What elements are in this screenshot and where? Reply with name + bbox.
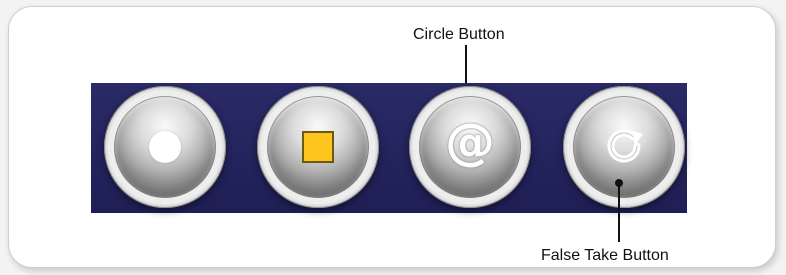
circle-button-callout: Circle Button — [413, 26, 505, 43]
transport-controls-panel: @ — [91, 83, 687, 213]
record-icon — [149, 131, 181, 163]
stop-icon — [302, 131, 334, 163]
stop-button[interactable] — [257, 86, 379, 208]
false-take-button[interactable] — [563, 86, 685, 208]
circle-button[interactable]: @ — [409, 86, 531, 208]
false-take-button-callout: False Take Button — [541, 247, 669, 264]
annotation-frame: Circle Button @ False Take Button — [8, 6, 776, 268]
false-take-button-leader-dot — [615, 179, 623, 187]
refresh-icon — [600, 122, 648, 170]
record-button[interactable] — [104, 86, 226, 208]
at-icon: @ — [445, 113, 495, 171]
false-take-button-leader-line — [618, 182, 620, 242]
